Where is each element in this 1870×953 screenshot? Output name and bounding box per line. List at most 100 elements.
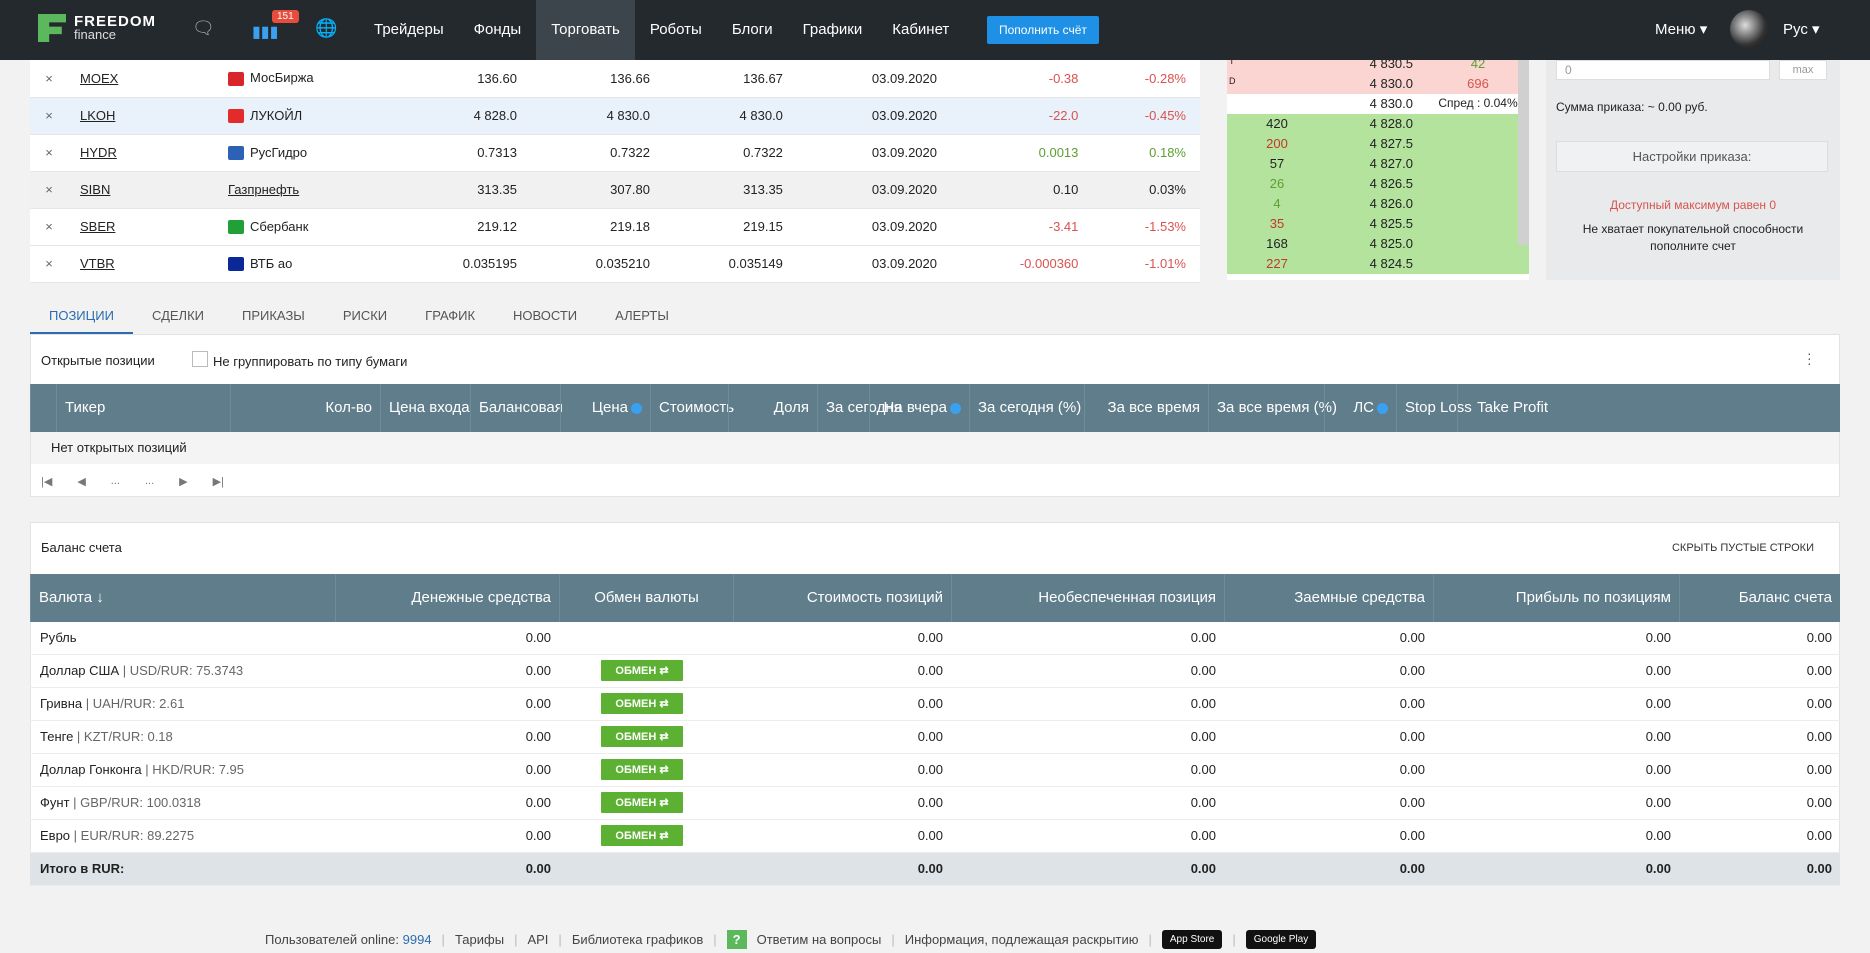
quote-row[interactable]: × VTBR ВТБ ао 0.035195 0.035210 0.035149 03.09… [30, 245, 1200, 283]
language-dropdown[interactable]: Рус ▾ [1783, 20, 1820, 38]
scrollbar[interactable] [1518, 60, 1529, 245]
bid-row[interactable]: 200 4 827.5 [1227, 134, 1529, 154]
nav-item[interactable]: Торговать [536, 0, 635, 60]
nav-item[interactable]: Кабинет [877, 0, 964, 60]
exchange-button[interactable]: ОБМЕН ⇄ [601, 792, 683, 813]
nav-item[interactable]: Блоги [717, 0, 788, 60]
positions-col-header[interactable]: На вчера [869, 384, 969, 432]
positions-col-header[interactable] [30, 384, 56, 432]
nav-item[interactable]: Фонды [459, 0, 537, 60]
positions-col-header[interactable]: Тикер [56, 384, 230, 432]
bid-row[interactable]: 26 4 826.5 [1227, 174, 1529, 194]
topup-button[interactable]: Пополнить счёт [987, 16, 1099, 44]
quote-row[interactable]: × HYDR РусГидро 0.7313 0.7322 0.7322 03.09.202… [30, 134, 1200, 172]
balance-col-header[interactable]: Денежные средства [335, 574, 559, 622]
exchange-button[interactable]: ОБМЕН ⇄ [601, 759, 683, 780]
menu-dropdown[interactable]: Меню ▾ [1655, 20, 1707, 38]
positions-col-header[interactable]: За все время [1084, 384, 1208, 432]
footer-link-tariffs[interactable]: Тарифы [455, 932, 504, 947]
info-icon[interactable] [631, 402, 642, 414]
quote-row[interactable]: × SIBN Газпрнефть 313.35 307.80 313.35 03.09.2… [30, 171, 1200, 209]
exchange-button[interactable]: ОБМЕН ⇄ [601, 693, 683, 714]
tab-4[interactable]: ГРАФИК [406, 300, 494, 334]
exchange-button[interactable]: ОБМЕН ⇄ [601, 726, 683, 747]
next-page-icon[interactable]: ▶ [179, 475, 187, 488]
positions-col-header[interactable]: Доля [728, 384, 817, 432]
nav-item[interactable]: Трейдеры [359, 0, 459, 60]
remove-icon[interactable]: × [30, 134, 68, 172]
ticker-link[interactable]: SBER [68, 208, 228, 246]
footer-link-api[interactable]: API [527, 932, 548, 947]
balance-col-header[interactable]: Стоимость позиций [733, 574, 951, 622]
positions-col-header[interactable]: За все время (%) [1208, 384, 1337, 432]
quantity-input[interactable]: 0 [1556, 60, 1770, 80]
tab-1[interactable]: СДЕЛКИ [133, 300, 223, 334]
info-icon[interactable] [1377, 402, 1388, 414]
last-page-icon[interactable]: ▶| [213, 475, 224, 488]
quote-row[interactable]: × MOEX МосБиржа 136.60 136.66 136.67 03.09.202… [30, 60, 1200, 98]
positions-col-header[interactable]: За сегодня (%) [969, 384, 1084, 432]
first-page-icon[interactable]: |◀ [41, 475, 52, 488]
balance-col-header[interactable]: Валюта ↓ [30, 574, 335, 622]
nav-item[interactable]: Графики [788, 0, 878, 60]
bid-row[interactable]: 57 4 827.0 [1227, 154, 1529, 174]
positions-col-header[interactable]: Take Profit [1457, 384, 1556, 432]
tab-0[interactable]: ПОЗИЦИИ [30, 300, 133, 334]
signal-icon[interactable]: ▮▮▮ [252, 22, 278, 42]
max-button[interactable]: max [1779, 60, 1827, 80]
tab-6[interactable]: АЛЕРТЫ [596, 300, 688, 334]
balance-col-header[interactable]: Необеспеченная позиция [951, 574, 1224, 622]
ticker-link[interactable]: VTBR [68, 245, 228, 283]
hide-empty-rows-button[interactable]: СКРЫТЬ ПУСТЫЕ СТРОКИ [1672, 542, 1814, 554]
brand-logo[interactable]: FREEDOM finance [38, 14, 156, 42]
bid-row[interactable]: 168 4 825.0 [1227, 234, 1529, 254]
nav-item[interactable]: Роботы [635, 0, 717, 60]
bid-row[interactable]: 227 4 824.5 [1227, 254, 1529, 274]
positions-col-header[interactable]: Цена [560, 384, 650, 432]
online-count[interactable]: 9994 [403, 932, 432, 947]
remove-icon[interactable]: × [30, 245, 68, 283]
positions-col-header[interactable]: ЛС [1324, 384, 1396, 432]
ticker-link[interactable]: HYDR [68, 134, 228, 172]
avatar[interactable] [1730, 10, 1768, 48]
tab-3[interactable]: РИСКИ [324, 300, 406, 334]
tab-5[interactable]: НОВОСТИ [494, 300, 596, 334]
bid-row[interactable]: 420 4 828.0 [1227, 114, 1529, 134]
balance-col-header[interactable]: Баланс счета [1679, 574, 1840, 622]
more-options-icon[interactable]: · · · [1807, 346, 1812, 370]
positions-col-header[interactable]: Цена входа [380, 384, 470, 432]
positions-col-header[interactable]: Стоимость [650, 384, 734, 432]
exchange-button[interactable]: ОБМЕН ⇄ [601, 825, 683, 846]
remove-icon[interactable]: × [30, 97, 68, 135]
positions-col-header[interactable]: Stop Loss [1396, 384, 1472, 432]
balance-col-header[interactable]: Заемные средства [1224, 574, 1433, 622]
group-checkbox[interactable] [192, 351, 208, 367]
footer-link-faq[interactable]: Ответим на вопросы [757, 932, 882, 947]
info-icon[interactable] [950, 402, 961, 414]
quote-row[interactable]: × LKOH ЛУКОЙЛ 4 828.0 4 830.0 4 830.0 03.09.20… [30, 97, 1200, 135]
remove-icon[interactable]: × [30, 171, 68, 209]
exchange-button[interactable]: ОБМЕН ⇄ [601, 660, 683, 681]
order-settings-button[interactable]: Настройки приказа: [1556, 141, 1828, 172]
bid-row[interactable]: 35 4 825.5 [1227, 214, 1529, 234]
globe-icon[interactable]: 🌐 [315, 18, 337, 39]
balance-col-header[interactable]: Обмен валюты [559, 574, 733, 622]
positions-col-header[interactable]: Балансовая [470, 384, 563, 432]
tab-2[interactable]: ПРИКАЗЫ [223, 300, 324, 334]
prev-page-icon[interactable]: ◀ [77, 475, 85, 488]
ticker-link[interactable]: SIBN [68, 171, 228, 209]
quote-row[interactable]: × SBER Сбербанк 219.12 219.18 219.15 03.09.202… [30, 208, 1200, 246]
ticker-link[interactable]: MOEX [68, 60, 228, 98]
positions-col-header[interactable]: Кол-во [230, 384, 380, 432]
google-play-badge[interactable]: Google Play [1245, 930, 1317, 949]
footer-link-chart-library[interactable]: Библиотека графиков [572, 932, 703, 947]
app-store-badge[interactable]: App Store [1161, 930, 1223, 949]
notification-badge[interactable]: 151 [272, 10, 299, 23]
chat-icon[interactable]: 🗨 [192, 18, 215, 39]
ask-row[interactable]: T 4 830.5 42 [1227, 60, 1529, 74]
bid-row[interactable]: 4 4 826.0 [1227, 194, 1529, 214]
remove-icon[interactable]: × [30, 60, 68, 98]
footer-link-disclosure[interactable]: Информация, подлежащая раскрытию [905, 932, 1139, 947]
positions-col-header[interactable]: За сегодня [817, 384, 902, 432]
balance-col-header[interactable]: Прибыль по позициям [1433, 574, 1679, 622]
